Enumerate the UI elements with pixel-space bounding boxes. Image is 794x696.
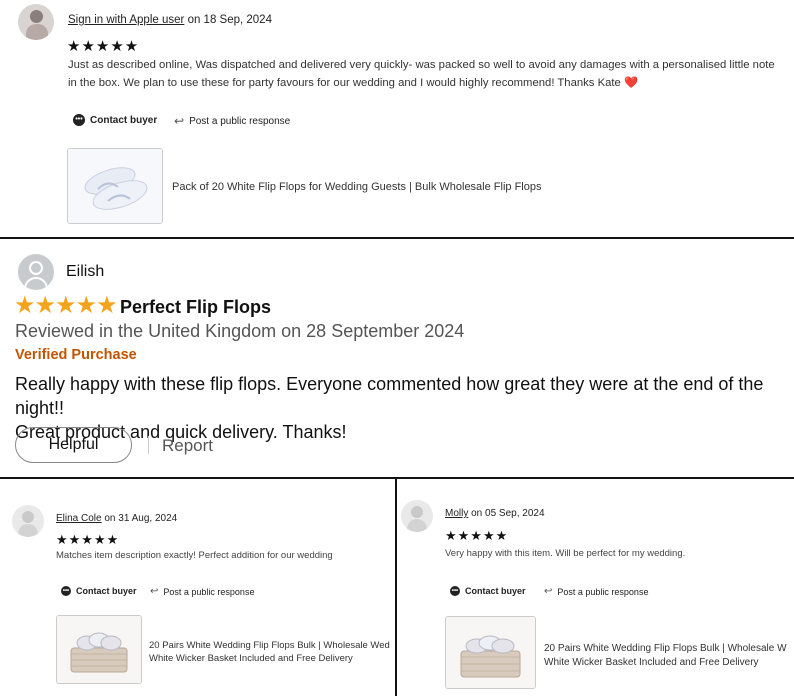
avatar [401, 500, 433, 532]
divider [395, 479, 397, 696]
chat-icon: ••• [61, 586, 71, 596]
divider [148, 436, 149, 454]
avatar [12, 505, 44, 537]
reviewed-in: Reviewed in the United Kingdom on 28 Sep… [15, 321, 465, 341]
divider [0, 477, 794, 479]
review-date: on 18 Sep, 2024 [187, 14, 272, 26]
reply-arrow-icon: ↩ [544, 586, 553, 597]
report-link[interactable]: Report [162, 436, 213, 456]
wicker-basket-image [57, 616, 141, 683]
star-rating: ★★★★★ [56, 532, 120, 547]
post-public-response-button[interactable]: ↩ Post a public response [544, 586, 648, 597]
review-title[interactable]: Perfect Flip Flops [120, 297, 271, 318]
chat-icon: ••• [73, 114, 85, 126]
review-text: Really happy with these flip flops. Ever… [15, 374, 764, 442]
reviewer-name-link[interactable]: Elina Cole [56, 513, 102, 524]
verified-purchase-badge: Verified Purchase [15, 347, 137, 363]
heart-icon: ❤️ [623, 77, 639, 89]
flip-flops-image [68, 149, 162, 223]
divider [0, 237, 794, 239]
avatar [18, 254, 54, 290]
product-thumbnail[interactable] [56, 615, 142, 684]
review-text: Just as described online, Was dispatched… [68, 59, 775, 89]
reply-arrow-icon: ↩ [150, 586, 159, 597]
star-rating: ★★★★★ [445, 528, 509, 543]
contact-buyer-button[interactable]: ••• Contact buyer [73, 114, 157, 126]
chat-icon: ••• [450, 586, 460, 596]
avatar [18, 4, 54, 40]
product-title-link[interactable]: Pack of 20 White Flip Flops for Wedding … [172, 181, 541, 193]
star-rating: ★★★★★ [14, 292, 118, 319]
product-title-link[interactable]: 20 Pairs White Wedding Flip Flops Bulk |… [544, 642, 794, 670]
star-rating: ★★★★★ [67, 38, 140, 55]
wicker-basket-image [446, 617, 535, 688]
product-thumbnail[interactable] [67, 148, 163, 224]
reviewer-name-link[interactable]: Molly [445, 508, 468, 519]
product-thumbnail[interactable] [445, 616, 536, 689]
helpful-button[interactable]: Helpful [15, 427, 132, 463]
contact-buyer-button[interactable]: ••• Contact buyer [61, 586, 137, 596]
product-title-link[interactable]: 20 Pairs White Wedding Flip Flops Bulk |… [149, 639, 394, 665]
review-text: Very happy with this item. Will be perfe… [445, 548, 686, 559]
contact-buyer-button[interactable]: ••• Contact buyer [450, 586, 526, 596]
review-text: Matches item description exactly! Perfec… [56, 550, 333, 561]
post-public-response-button[interactable]: ↩ Post a public response [174, 114, 290, 128]
review-date: on 05 Sep, 2024 [471, 508, 545, 519]
review-date: on 31 Aug, 2024 [104, 513, 178, 524]
post-public-response-button[interactable]: ↩ Post a public response [150, 586, 254, 597]
reviewer-name: Eilish [66, 263, 105, 280]
reviewer-name-link[interactable]: Sign in with Apple user [68, 14, 184, 26]
reply-arrow-icon: ↩ [174, 114, 185, 128]
